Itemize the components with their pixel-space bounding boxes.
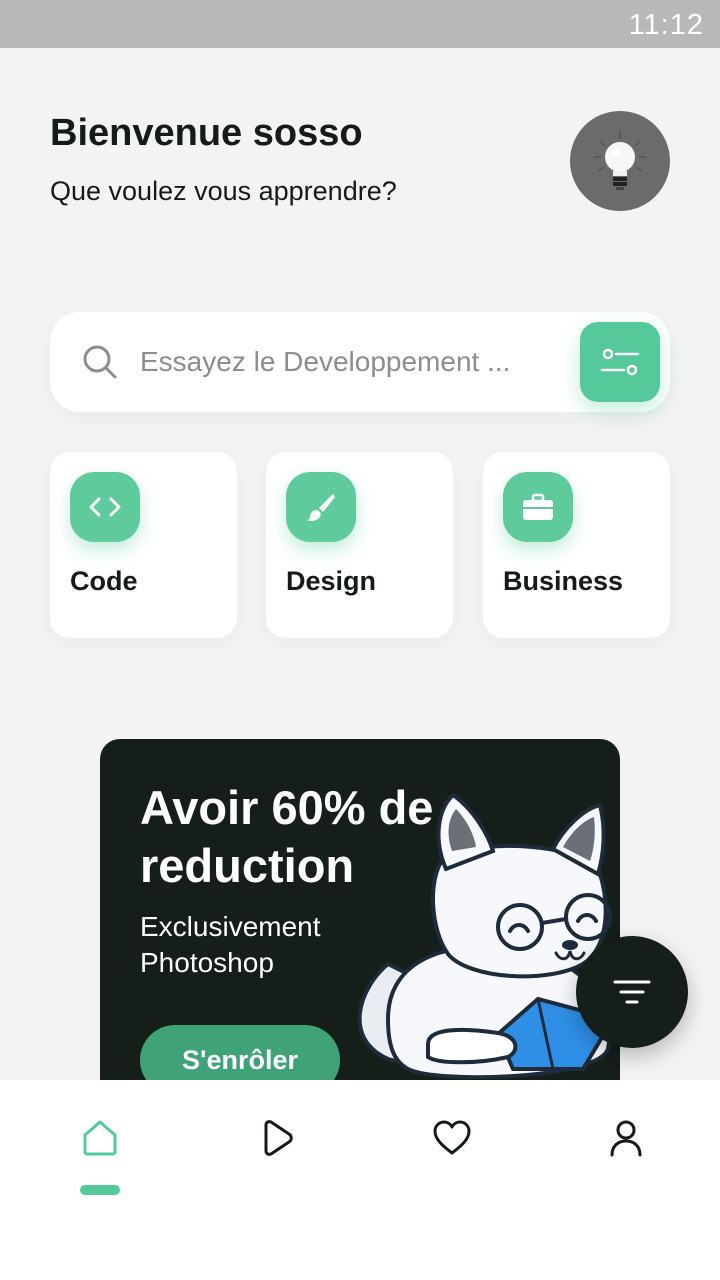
home-icon	[83, 1120, 117, 1156]
filter-settings-button[interactable]	[580, 322, 660, 402]
category-label: Design	[286, 566, 377, 596]
promo-banner: Avoir 60% de reduction Exclusivement Pho…	[100, 739, 620, 1080]
heart-icon	[433, 1120, 471, 1155]
status-time: 11:12	[628, 9, 704, 41]
search-input[interactable]	[140, 342, 535, 382]
filter-icon	[613, 980, 651, 1004]
cat-mascot-illustration	[357, 792, 617, 1079]
lightbulb-icon	[594, 131, 646, 190]
briefcase-icon	[523, 493, 553, 520]
category-card-design[interactable]: Design	[266, 452, 453, 638]
nav-home[interactable]	[70, 1118, 130, 1178]
brush-icon	[307, 494, 335, 521]
play-icon	[264, 1120, 293, 1156]
greeting-title: Bienvenue sosso	[50, 112, 363, 154]
promo-description: Exclusivement Photoshop	[140, 911, 321, 978]
enroll-button[interactable]: S'enrôler	[140, 1025, 340, 1080]
category-icon-wrap	[503, 472, 573, 542]
sliders-icon	[600, 348, 640, 376]
nav-favorites[interactable]	[422, 1118, 482, 1178]
search-bar	[50, 312, 670, 412]
category-card-business[interactable]: Business	[483, 452, 670, 638]
category-card-code[interactable]: Code	[50, 452, 237, 638]
code-icon	[89, 497, 121, 517]
bottom-navigation	[0, 1080, 720, 1280]
greeting-subtitle: Que voulez vous apprendre?	[50, 176, 397, 206]
filter-fab[interactable]	[576, 936, 688, 1048]
status-bar: 11:12	[0, 0, 720, 48]
category-label: Business	[503, 566, 624, 596]
search-icon	[83, 345, 117, 379]
category-icon-wrap	[286, 472, 356, 542]
avatar[interactable]	[570, 111, 670, 211]
category-icon-wrap	[70, 472, 140, 542]
user-icon	[610, 1120, 642, 1157]
nav-profile[interactable]	[596, 1118, 656, 1178]
nav-active-indicator	[80, 1185, 120, 1195]
nav-play[interactable]	[246, 1118, 306, 1178]
category-label: Code	[70, 566, 138, 596]
